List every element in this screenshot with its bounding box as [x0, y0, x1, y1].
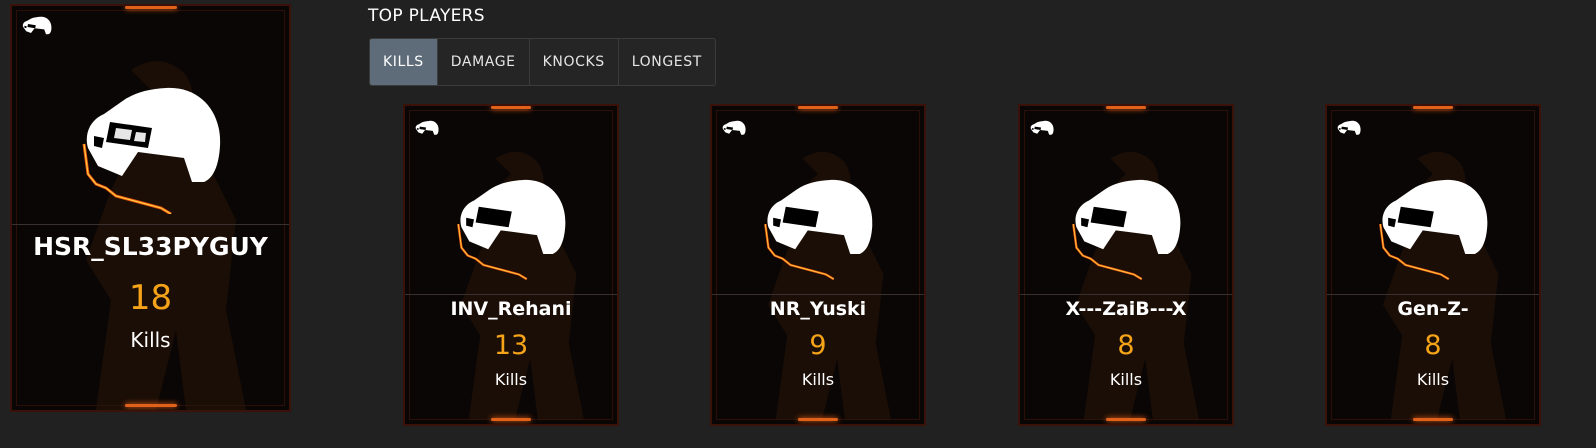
player-name: HSR_SL33PYGUY — [33, 232, 268, 261]
player-card[interactable]: INV_Rehani 13 Kills — [403, 104, 619, 426]
player-stat-unit: Kills — [801, 370, 835, 389]
card-divider — [712, 294, 924, 295]
player-stat-value: 18 — [128, 278, 173, 318]
player-card[interactable]: Gen-Z- 8 Kills — [1325, 104, 1541, 426]
player-stat-unit: Kills — [1416, 370, 1450, 389]
helmet-icon — [22, 16, 52, 35]
helmet-icon — [1337, 120, 1361, 135]
player-card[interactable]: X---ZaiB---X 8 Kills — [1018, 104, 1234, 426]
player-stat-value: 8 — [1117, 330, 1135, 361]
player-name: INV_Rehani — [450, 298, 572, 320]
helmet-icon — [1072, 179, 1181, 280]
player-name: NR_Yuski — [769, 298, 867, 320]
player-stat-unit: Kills — [1109, 370, 1143, 389]
glow-accent-top — [1106, 106, 1146, 109]
helmet-icon — [764, 179, 873, 280]
helmet-icon — [457, 179, 566, 280]
glow-accent-top — [798, 106, 838, 109]
helmet-icon — [1030, 120, 1054, 135]
player-stat-value: 8 — [1424, 330, 1442, 361]
tab-longest[interactable]: LONGEST — [619, 39, 715, 85]
helmet-icon — [82, 87, 220, 214]
player-card[interactable]: NR_Yuski 9 Kills — [710, 104, 926, 426]
card-divider — [1020, 294, 1232, 295]
glow-accent-bottom — [124, 404, 177, 407]
glow-accent-top — [1413, 106, 1453, 109]
player-stat-unit: Kills — [494, 370, 528, 389]
tab-kills[interactable]: KILLS — [370, 39, 438, 85]
player-stat-unit: Kills — [130, 328, 171, 352]
section-title: TOP PLAYERS — [368, 6, 485, 26]
glow-accent-bottom — [1106, 418, 1146, 421]
player-name: Gen-Z- — [1397, 298, 1469, 320]
tab-knocks[interactable]: KNOCKS — [530, 39, 619, 85]
helmet-icon — [1379, 179, 1488, 280]
player-stat-value: 13 — [493, 330, 529, 361]
card-divider — [12, 224, 289, 225]
tab-damage[interactable]: DAMAGE — [438, 39, 530, 85]
card-divider — [405, 294, 617, 295]
glow-accent-bottom — [1413, 418, 1453, 421]
glow-accent-top — [124, 6, 177, 9]
player-name: X---ZaiB---X — [1065, 298, 1187, 320]
card-divider — [1327, 294, 1539, 295]
stat-tabs: KILLS DAMAGE KNOCKS LONGEST — [369, 38, 716, 86]
helmet-icon — [722, 120, 746, 135]
glow-accent-top — [491, 106, 531, 109]
glow-accent-bottom — [491, 418, 531, 421]
featured-player-card[interactable]: HSR_SL33PYGUY 18 Kills — [10, 4, 291, 412]
helmet-icon — [415, 120, 439, 135]
player-stat-value: 9 — [809, 330, 827, 361]
glow-accent-bottom — [798, 418, 838, 421]
